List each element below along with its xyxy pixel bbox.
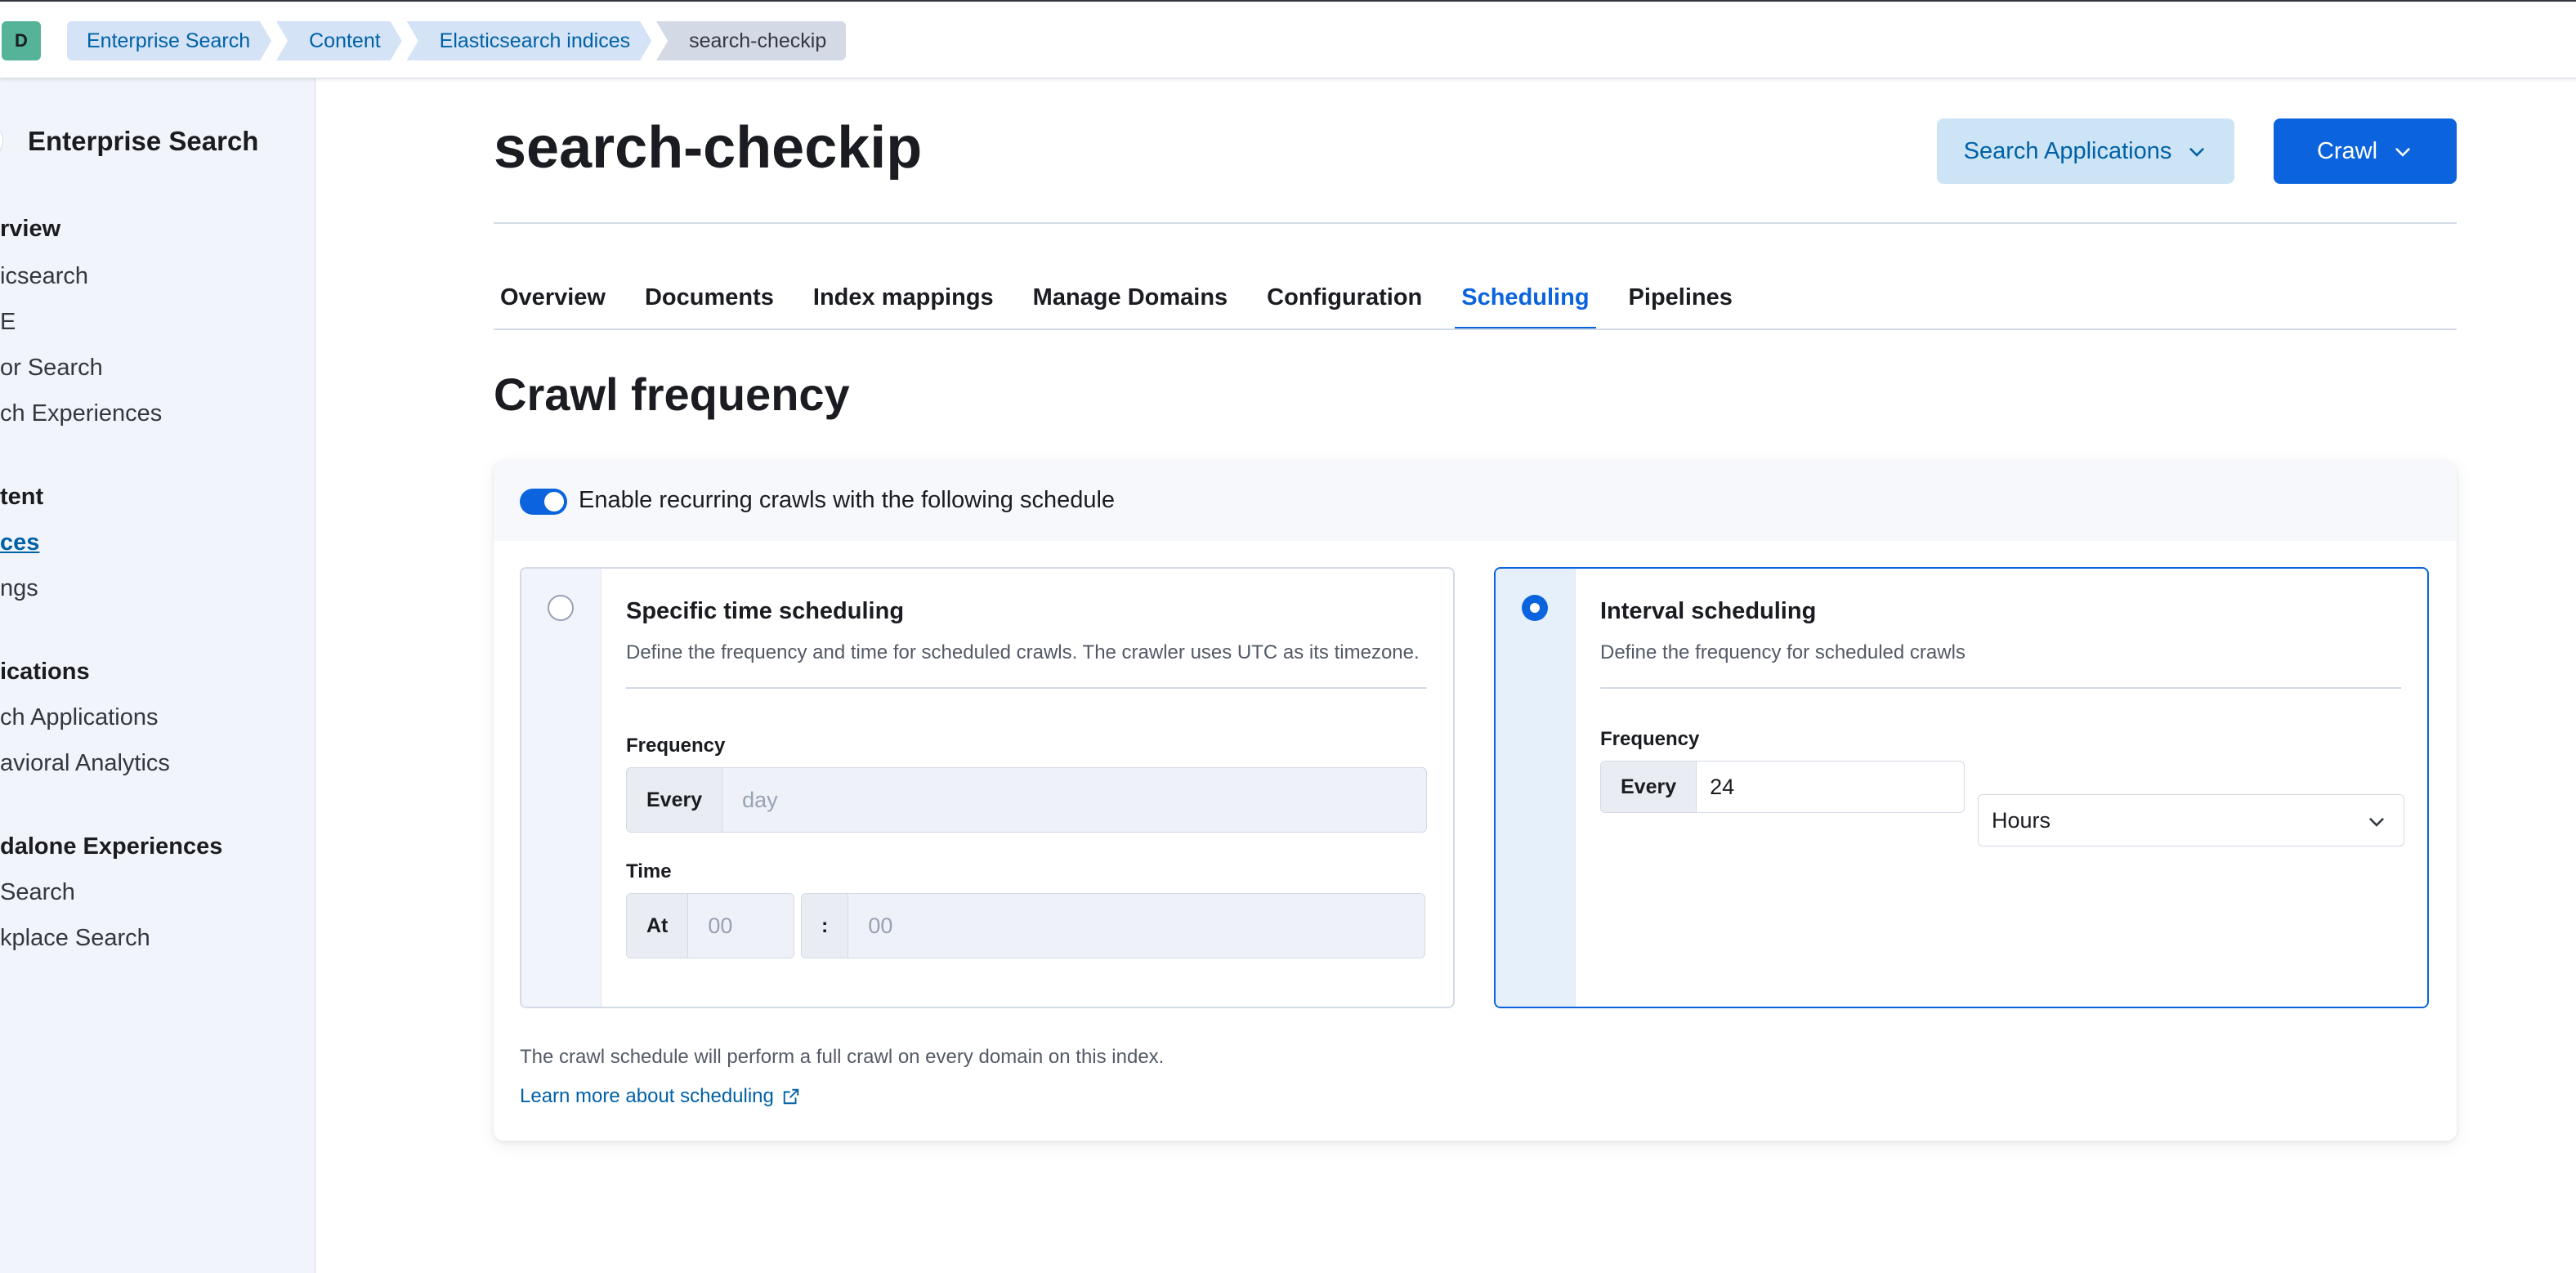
panel-header: Enable recurring crawls with the followi… [494,461,2457,541]
index-tabs: Overview Documents Index mappings Manage… [494,278,1765,330]
side-nav-item-search-applications[interactable]: ch Applications [0,704,158,731]
side-nav-title: Enterprise Search [28,126,259,156]
side-nav-item-settings[interactable]: ngs [0,575,38,602]
hour-placeholder[interactable]: 00 [688,913,752,939]
breadcrumb: Enterprise Search Content Elasticsearch … [67,21,851,60]
crawl-frequency-panel: Enable recurring crawls with the followi… [494,461,2457,1141]
colon-separator: : [802,894,849,958]
title-divider [494,222,2457,224]
minute-placeholder[interactable]: 00 [848,913,912,939]
interval-description: Define the frequency for scheduled crawl… [1600,641,1966,663]
side-nav-heading-applications: ications [0,659,90,685]
tab-scheduling[interactable]: Scheduling [1455,278,1596,330]
hour-field[interactable]: At 00 [626,893,794,958]
side-nav-item-behavioral-analytics[interactable]: avioral Analytics [0,750,170,777]
side-nav-item-vector-search[interactable]: or Search [0,355,103,382]
side-nav-heading-overview: rview [0,216,61,242]
side-nav: Enterprise Search rview icsearch E or Se… [0,78,315,1273]
card-rail [521,569,602,1007]
side-nav-item-search-experiences[interactable]: ch Experiences [0,400,162,427]
recurring-crawls-toggle-label[interactable]: Enable recurring crawls with the followi… [579,487,1115,514]
every-prepend: Every [627,768,723,832]
tab-configuration[interactable]: Configuration [1260,278,1429,330]
search-applications-label: Search Applications [1963,137,2172,164]
side-nav-item-vector[interactable]: E [0,309,16,336]
search-applications-button[interactable]: Search Applications [1937,118,2234,184]
frequency-label: Frequency [626,735,726,757]
user-avatar[interactable]: D [2,21,41,60]
crawl-label: Crawl [2316,137,2378,164]
breadcrumb-elasticsearch-indices[interactable]: Elasticsearch indices [407,21,651,60]
time-label: Time [626,860,672,882]
tab-overview[interactable]: Overview [494,278,612,330]
enterprise-search-logo-icon [0,121,3,160]
card-divider [626,687,1427,689]
crawl-frequency-title: Crawl frequency [494,368,850,420]
tab-pipelines[interactable]: Pipelines [1622,278,1739,330]
chevron-down-icon [2186,141,2207,162]
breadcrumb-enterprise-search[interactable]: Enterprise Search [67,21,271,60]
recurring-crawls-toggle[interactable] [520,489,567,515]
specific-frequency-field[interactable]: Every day [626,767,1427,833]
side-nav-heading-content: tent [0,484,44,510]
side-nav-heading-standalone-experiences: dalone Experiences [0,833,223,860]
card-rail [1496,569,1576,1007]
page-title: search-checkip [494,115,923,181]
minute-field[interactable]: : 00 [801,893,1425,958]
crawl-button[interactable]: Crawl [2274,118,2457,184]
interval-unit-select[interactable]: Hours [1978,794,2404,846]
side-nav-item-indices[interactable]: ces [0,529,39,556]
breadcrumb-current-index: search-checkip [656,21,847,60]
specific-time-radio[interactable] [548,595,574,621]
interval-radio[interactable] [1522,595,1548,621]
interval-title: Interval scheduling [1600,598,1817,624]
interval-value-field[interactable]: Every 24 [1600,761,1965,813]
card-divider [1600,687,2401,689]
at-prepend: At [627,894,689,958]
chevron-down-icon [2392,141,2413,162]
interval-value[interactable]: 24 [1697,775,1754,800]
frequency-select-placeholder[interactable]: day [722,788,798,813]
breadcrumb-content[interactable]: Content [276,21,402,60]
external-link-icon [782,1088,800,1106]
specific-time-scheduling-card[interactable]: Specific time scheduling Define the freq… [520,567,1455,1008]
top-header: D Enterprise Search Content Elasticsearc… [0,0,2576,78]
every-prepend: Every [1601,762,1697,812]
side-nav-item-workplace-search[interactable]: kplace Search [0,925,150,952]
tab-manage-domains[interactable]: Manage Domains [1026,278,1235,330]
specific-time-description: Define the frequency and time for schedu… [626,641,1420,663]
learn-more-label: Learn more about scheduling [520,1085,774,1107]
frequency-label: Frequency [1600,728,1700,750]
side-nav-item-elasticsearch[interactable]: icsearch [0,263,88,290]
crawl-schedule-note: The crawl schedule will perform a full c… [520,1046,1165,1068]
tab-documents[interactable]: Documents [638,278,780,330]
interval-scheduling-card[interactable]: Interval scheduling Define the frequency… [1494,567,2429,1008]
specific-time-title: Specific time scheduling [626,598,905,624]
interval-unit-value: Hours [1992,807,2051,833]
learn-more-link[interactable]: Learn more about scheduling [520,1085,800,1108]
time-fields: At 00 : 00 [626,893,1427,958]
tab-index-mappings[interactable]: Index mappings [807,278,1000,330]
side-nav-item-app-search[interactable]: Search [0,879,75,906]
chevron-down-icon [2366,811,2387,832]
tabs-divider [494,328,2457,330]
